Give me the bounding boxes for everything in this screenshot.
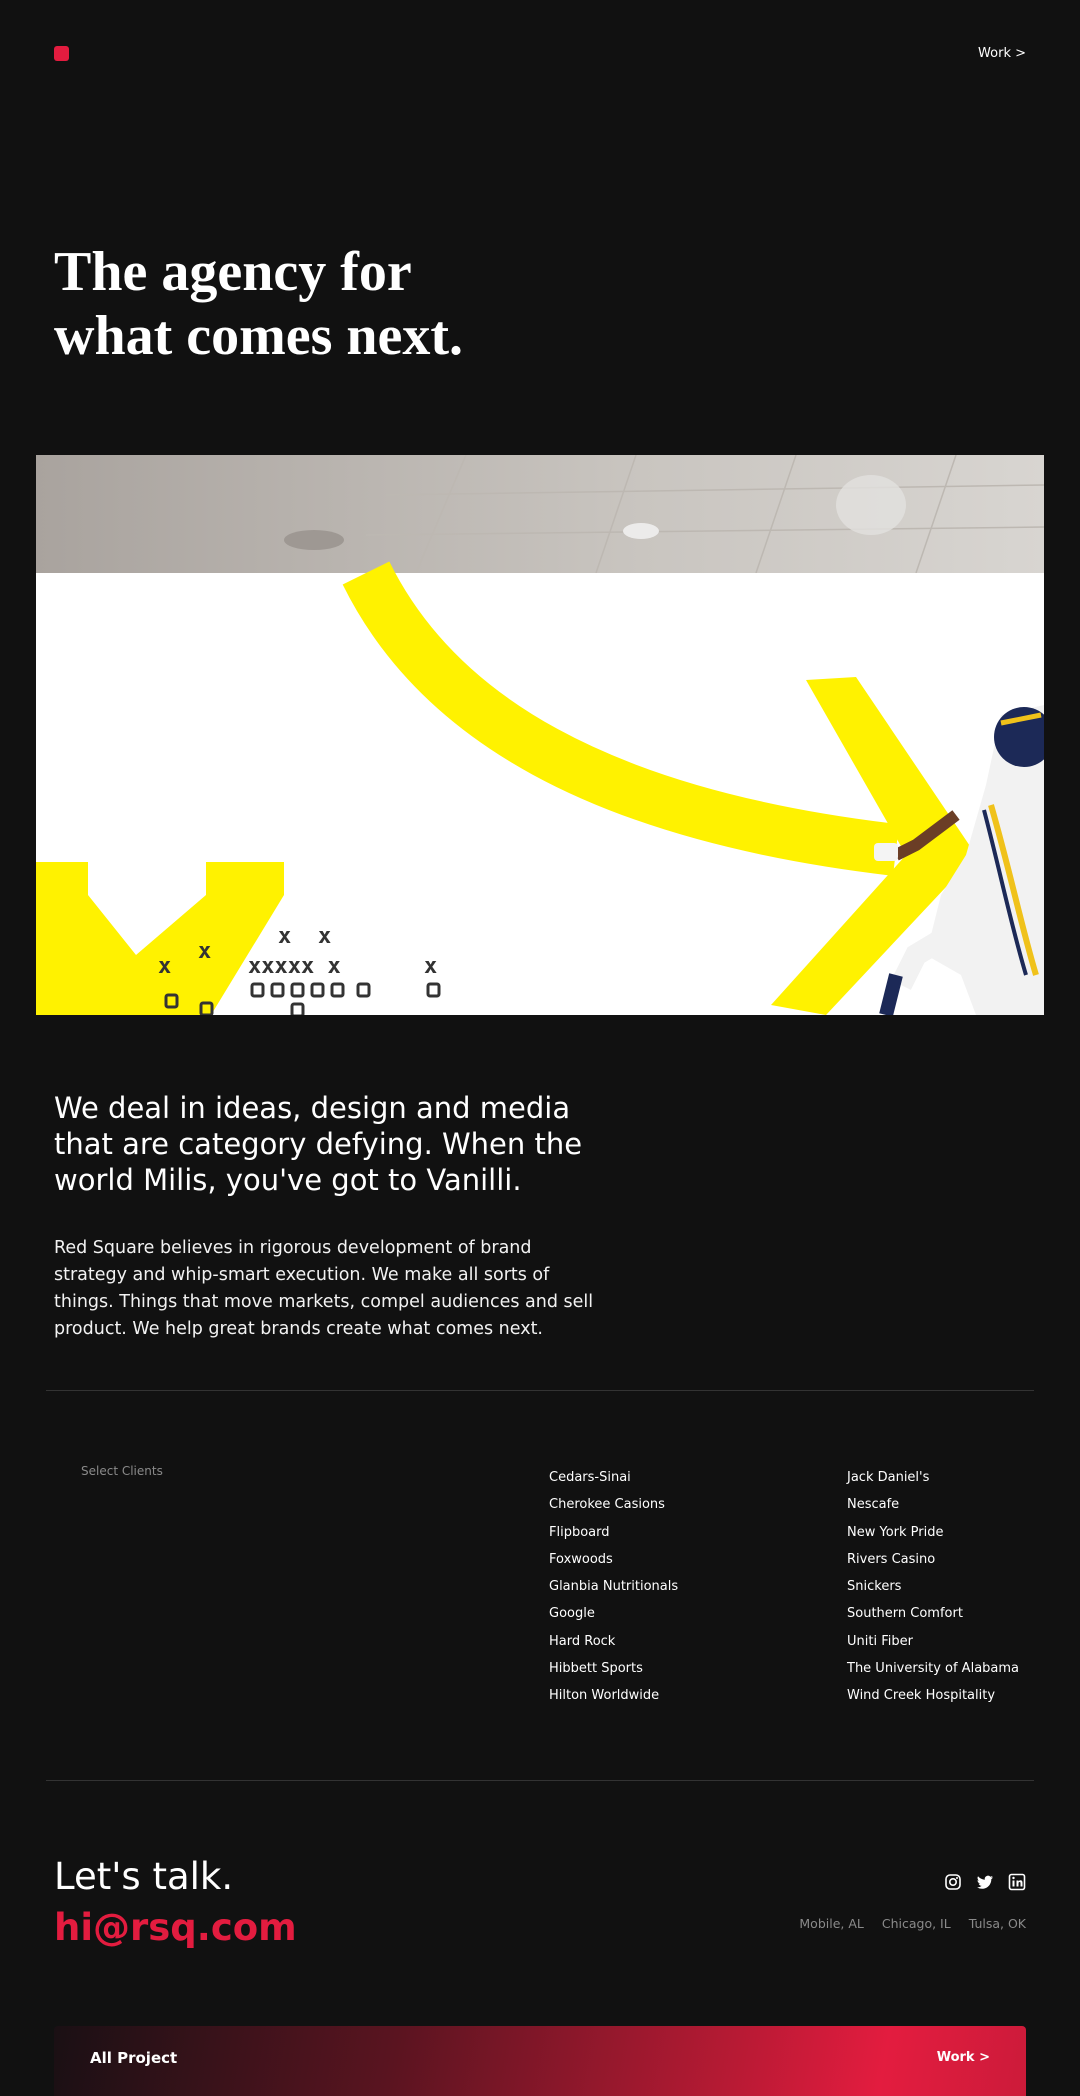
- client-item: New York Pride: [847, 1524, 944, 1540]
- clients-column-2: Jack Daniel's Nescafe New York Pride Riv…: [847, 1464, 1019, 1710]
- footer-work-link[interactable]: Work >: [937, 2050, 990, 2065]
- hero-title: The agency for what comes next.: [54, 240, 574, 368]
- client-item: Glanbia Nutritionals: [549, 1579, 679, 1595]
- intro-body: Red Square believes in rigorous developm…: [54, 1238, 594, 1339]
- social-links: [944, 1873, 1026, 1891]
- hero-image: x x x x xxxxx x x: [36, 455, 1044, 1015]
- client-item: The University of Alabama: [847, 1661, 1020, 1677]
- city-label: Chicago, IL: [881, 1916, 951, 1931]
- city-label: Mobile, AL: [799, 1916, 864, 1931]
- client-item: Cedars-Sinai: [549, 1470, 631, 1485]
- client-item: Google: [549, 1606, 595, 1622]
- hero-title-line-2: what comes next.: [54, 305, 464, 367]
- intro-heading: We deal in ideas, design and media that …: [54, 1091, 583, 1197]
- client-item: Flipboard: [549, 1524, 610, 1540]
- client-item: Rivers Casino: [847, 1551, 936, 1567]
- client-item: Hilton Worldwide: [549, 1688, 660, 1704]
- svg-text:x: x: [198, 939, 211, 964]
- client-item: Hard Rock: [549, 1633, 616, 1649]
- client-item: Nescafe: [847, 1497, 900, 1513]
- office-locations: Mobile, AL Chicago, IL Tulsa, OK: [799, 1916, 1026, 1931]
- svg-text:xxxxx x: xxxxx x: [248, 954, 341, 979]
- section-divider: [46, 1390, 1034, 1391]
- svg-text:x: x: [278, 924, 291, 949]
- client-item: Jack Daniel's: [847, 1470, 930, 1485]
- contact-heading: Let's talk.: [54, 1855, 234, 1898]
- client-item: Hibbett Sports: [549, 1661, 643, 1677]
- section-divider: [46, 1780, 1034, 1781]
- client-item: Foxwoods: [549, 1551, 613, 1567]
- email-link[interactable]: hi@rsq.com: [54, 1906, 297, 1950]
- hero-title-line-1: The agency for: [54, 241, 412, 303]
- logo[interactable]: [54, 46, 69, 61]
- footer-cta-bar[interactable]: All Project Work >: [54, 2026, 1026, 2096]
- client-item: Snickers: [847, 1579, 902, 1595]
- all-project-link[interactable]: All Project: [90, 2049, 177, 2067]
- client-item: Cherokee Casions: [549, 1497, 665, 1513]
- nav-work-link[interactable]: Work >: [978, 46, 1026, 61]
- instagram-icon[interactable]: [944, 1873, 962, 1891]
- svg-text:x: x: [424, 954, 437, 979]
- client-item: Wind Creek Hospitality: [847, 1688, 996, 1704]
- city-label: Tulsa, OK: [968, 1916, 1026, 1931]
- clients-label: Select Clients: [81, 1464, 163, 1478]
- clients-column-1: Cedars-Sinai Cherokee Casions Flipboard …: [549, 1464, 678, 1710]
- svg-text:x: x: [158, 954, 171, 979]
- client-item: Uniti Fiber: [847, 1633, 913, 1649]
- client-item: Southern Comfort: [847, 1606, 963, 1622]
- linkedin-icon[interactable]: [1008, 1873, 1026, 1891]
- twitter-icon[interactable]: [976, 1873, 994, 1891]
- svg-text:x: x: [318, 924, 331, 949]
